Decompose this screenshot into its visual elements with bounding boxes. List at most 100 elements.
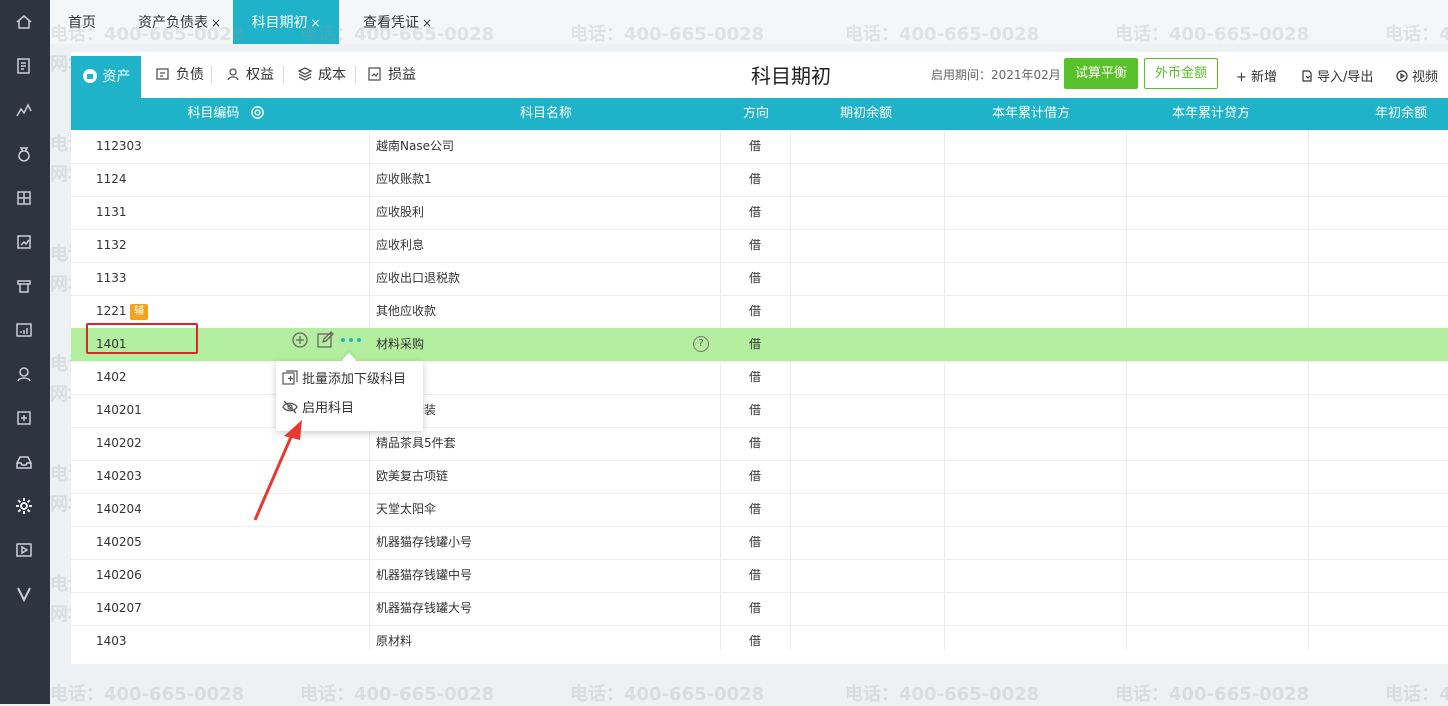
enable-account-item[interactable]: 启用科目 xyxy=(282,396,354,422)
eye-off-icon xyxy=(282,400,298,414)
divider xyxy=(355,66,356,84)
v-logo-icon[interactable] xyxy=(11,581,37,607)
home-icon[interactable] xyxy=(11,9,37,35)
tab-home[interactable]: 首页 xyxy=(68,0,96,44)
tab-label: 资产负债表 xyxy=(138,15,208,31)
col-code-label: 科目编码 xyxy=(187,106,240,121)
account-name: 欧美复古项链 xyxy=(376,469,449,483)
account-code: 140206 xyxy=(96,568,142,582)
more-icon[interactable] xyxy=(339,331,363,349)
money-bag-icon[interactable] xyxy=(11,141,37,167)
account-name: 越南Nase公司 xyxy=(376,139,454,153)
table-row[interactable]: 1132 应收利息 借 xyxy=(71,229,1448,263)
watermark-text: 电话：400-665-0028 xyxy=(570,684,765,705)
assets-icon xyxy=(82,59,98,83)
direction: 借 xyxy=(749,502,762,516)
tab-opening-balance[interactable]: 科目期初 × xyxy=(233,0,339,44)
account-code: 140204 xyxy=(96,502,142,516)
table-row[interactable]: 1131 应收股利 借 xyxy=(71,196,1448,230)
subtab-label: 资产 xyxy=(102,69,131,85)
annotation-arrow xyxy=(253,420,302,521)
trial-balance-button[interactable]: 试算平衡 xyxy=(1064,58,1138,89)
subtab-liabilities[interactable]: 负债 xyxy=(155,60,204,90)
subtab-label: 权益 xyxy=(246,67,274,83)
cashier-icon[interactable] xyxy=(11,273,37,299)
subtab-profit-loss[interactable]: 损益 xyxy=(367,60,416,90)
table-row[interactable]: 1133 应收出口退税款 借 xyxy=(71,262,1448,296)
tab-label: 科目期初 xyxy=(251,15,308,31)
tax-icon[interactable] xyxy=(11,405,37,431)
table-row[interactable]: 1221 辅其他应收款借 xyxy=(71,295,1448,329)
add-circle-icon[interactable] xyxy=(291,331,309,349)
video-button[interactable]: 视频 xyxy=(1396,66,1438,85)
account-code: 140205 xyxy=(96,535,142,549)
help-icon[interactable]: ? xyxy=(693,336,709,352)
col-year-debit: 本年累计借方 xyxy=(991,106,1070,121)
subtab-equity[interactable]: 权益 xyxy=(225,60,274,90)
subtab-label: 损益 xyxy=(388,67,416,83)
tab-balance-sheet[interactable]: 资产负债表 × xyxy=(138,0,221,44)
table-row[interactable]: 140207 机器猫存钱罐大号 借 xyxy=(71,592,1448,626)
col-name: 科目名称 xyxy=(519,106,572,121)
direction: 借 xyxy=(749,634,762,648)
import-export-icon xyxy=(1302,70,1312,82)
watermark-text: 电话：400-665-0028 xyxy=(1385,684,1448,705)
account-code: 140203 xyxy=(96,469,142,483)
subtab-cost[interactable]: 成本 xyxy=(297,60,346,90)
table-row[interactable]: 1124 应收账款1 借 xyxy=(71,163,1448,197)
gear-icon[interactable] xyxy=(250,105,265,120)
col-year-credit: 本年累计贷方 xyxy=(1171,106,1250,121)
settings-icon[interactable] xyxy=(11,493,37,519)
account-name: 其他应收款 xyxy=(376,304,437,318)
subtab-assets[interactable]: 资产 xyxy=(71,56,141,98)
video-icon[interactable] xyxy=(11,537,37,563)
page-title: 科目期初 xyxy=(751,64,831,88)
batch-add-icon xyxy=(282,370,298,385)
batch-add-subaccount-item[interactable]: 批量添加下级科目 xyxy=(282,367,406,393)
direction: 借 xyxy=(749,601,762,615)
play-icon xyxy=(1396,70,1408,82)
account-code: 140207 xyxy=(96,601,142,615)
invoice-icon[interactable] xyxy=(11,317,37,343)
direction: 借 xyxy=(749,535,762,549)
account-code: 140201 xyxy=(96,403,142,417)
profit-loss-icon xyxy=(367,63,383,81)
table-row[interactable]: 140205 机器猫存钱罐小号 借 xyxy=(71,526,1448,560)
col-direction: 方向 xyxy=(742,106,769,121)
sidebar xyxy=(0,0,50,704)
account-name: 应收股利 xyxy=(376,205,425,219)
table-row[interactable]: 140206 机器猫存钱罐中号 借 xyxy=(71,559,1448,593)
code-highlight-box xyxy=(86,323,198,354)
foreign-amount-button[interactable]: 外币金额 xyxy=(1144,58,1218,89)
direction: 借 xyxy=(749,271,762,285)
inbox-icon[interactable] xyxy=(11,449,37,475)
table-row[interactable]: 112303 越南Nase公司 借 xyxy=(71,130,1448,164)
close-icon[interactable]: × xyxy=(211,16,221,30)
direction: 借 xyxy=(749,337,762,351)
table-header: 科目编码 科目名称 方向 期初余额 本年累计借方 本年累计贷方 年初余额 xyxy=(71,98,1448,130)
account-code: 1132 xyxy=(96,238,127,252)
tab-view-voucher[interactable]: 查看凭证 × xyxy=(363,0,432,44)
category-tabs: 资产 负债 权益 成本 损益 xyxy=(71,52,431,98)
edit-icon[interactable] xyxy=(316,331,334,349)
import-export-button[interactable]: 导入/导出 xyxy=(1301,66,1373,85)
add-button[interactable]: + 新增 xyxy=(1236,66,1277,85)
report-icon[interactable] xyxy=(11,229,37,255)
table-row[interactable]: 1403 原材料 借 xyxy=(71,625,1448,650)
direction: 借 xyxy=(749,403,762,417)
table-row[interactable]: 1401 材料采购? 借 xyxy=(71,328,1448,362)
account-code: 1402 xyxy=(96,370,127,384)
ledger-icon[interactable] xyxy=(11,185,37,211)
close-icon[interactable]: × xyxy=(422,16,432,30)
salary-icon[interactable] xyxy=(11,361,37,387)
col-opening-balance: 期初余额 xyxy=(839,106,892,121)
close-icon[interactable]: × xyxy=(310,16,320,30)
account-name: 应收利息 xyxy=(376,238,425,252)
chart-icon[interactable] xyxy=(11,97,37,123)
account-name: 应收账款1 xyxy=(376,172,432,186)
voucher-icon[interactable] xyxy=(11,53,37,79)
subtab-label: 负债 xyxy=(176,67,204,83)
account-name: 材料采购 xyxy=(376,337,425,351)
layers-icon xyxy=(297,63,313,81)
account-code: 140202 xyxy=(96,436,142,450)
